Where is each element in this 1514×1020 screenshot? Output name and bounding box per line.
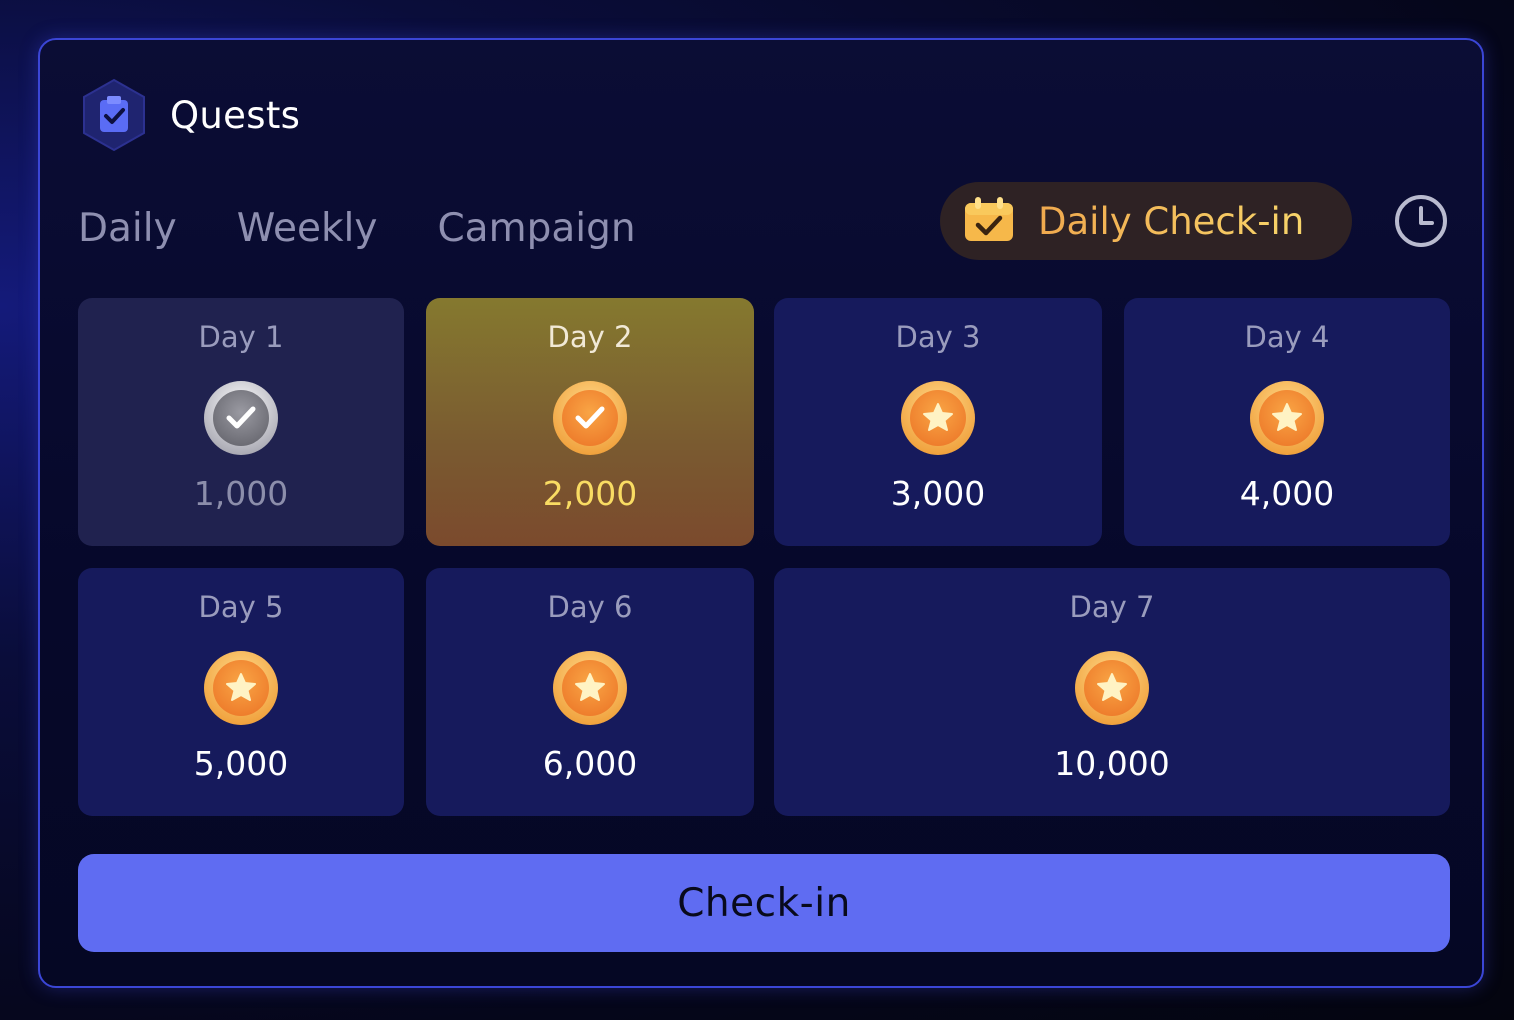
day-label: Day 6 (547, 590, 633, 624)
reward-amount: 2,000 (542, 474, 638, 513)
reward-amount: 10,000 (1054, 744, 1170, 783)
quests-panel: Quests Daily Weekly Campaign Daily Check… (38, 38, 1484, 988)
quest-tabs: Daily Weekly Campaign (78, 198, 696, 258)
gold-check-coin-icon (553, 381, 627, 455)
tab-daily[interactable]: Daily (78, 206, 177, 251)
panel-header: Quests (80, 78, 300, 152)
day-label: Day 7 (1069, 590, 1155, 624)
star-coin-icon (553, 651, 627, 725)
reward-amount: 4,000 (1239, 474, 1335, 513)
daily-checkin-label: Daily Check-in (1038, 199, 1305, 243)
day-label: Day 5 (198, 590, 284, 624)
star-coin-icon (1250, 381, 1324, 455)
day-card-3[interactable]: Day 3 3,000 (774, 298, 1102, 546)
star-coin-icon (204, 651, 278, 725)
reward-amount: 3,000 (890, 474, 986, 513)
clipboard-check-icon (80, 78, 148, 152)
day-label: Day 4 (1244, 320, 1330, 354)
page-title: Quests (170, 93, 301, 137)
reward-amount: 5,000 (193, 744, 289, 783)
check-in-button[interactable]: Check-in (78, 854, 1450, 952)
day-label: Day 2 (547, 320, 633, 354)
tab-weekly[interactable]: Weekly (237, 206, 378, 251)
reward-amount: 1,000 (193, 474, 289, 513)
day-card-4[interactable]: Day 4 4,000 (1124, 298, 1450, 546)
daily-checkin-tab[interactable]: Daily Check-in (940, 182, 1352, 260)
star-coin-icon (1075, 651, 1149, 725)
day-label: Day 3 (895, 320, 981, 354)
silver-check-coin-icon (204, 381, 278, 455)
day-card-5[interactable]: Day 5 5,000 (78, 568, 404, 816)
day-card-1[interactable]: Day 1 1,000 (78, 298, 404, 546)
star-coin-icon (901, 381, 975, 455)
day-label: Day 1 (198, 320, 284, 354)
day-card-2[interactable]: Day 2 2,000 (426, 298, 754, 546)
reward-amount: 6,000 (542, 744, 638, 783)
day-card-7[interactable]: Day 7 10,000 (774, 568, 1450, 816)
calendar-check-icon (962, 195, 1016, 247)
tab-campaign[interactable]: Campaign (437, 206, 635, 251)
history-button[interactable] (1392, 192, 1450, 250)
clock-icon (1395, 195, 1447, 247)
day-card-6[interactable]: Day 6 6,000 (426, 568, 754, 816)
